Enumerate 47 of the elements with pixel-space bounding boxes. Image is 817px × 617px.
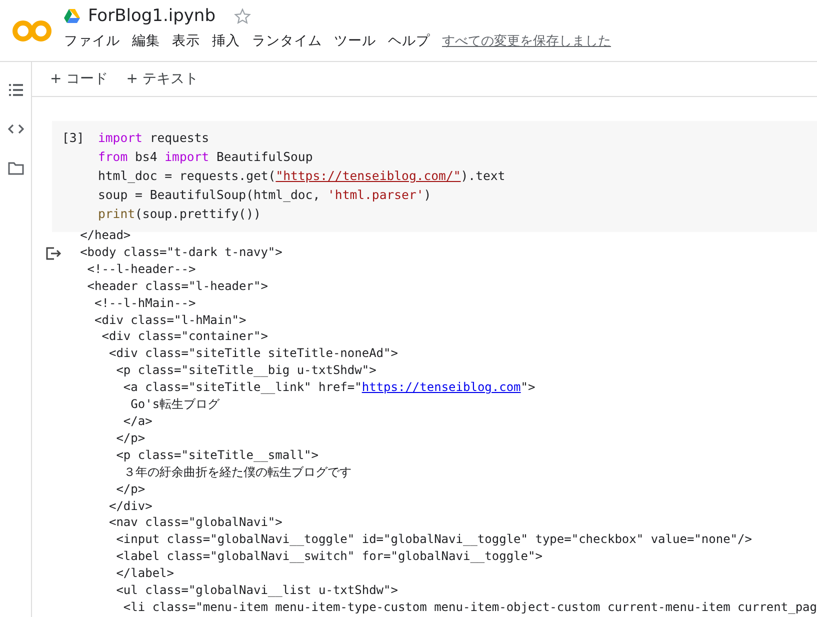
output-line: ３年の紆余曲折を経た僕の転生ブログです <box>122 464 352 481</box>
output-line: </p> <box>115 480 146 498</box>
output-line: </a> <box>122 412 154 430</box>
save-status-link[interactable]: すべての変更を保存しました <box>442 32 611 50</box>
output-line: Go's転生ブログ <box>130 396 221 413</box>
output-line: <nav class="globalNavi"> <box>108 514 284 532</box>
output-line: </div> <box>108 498 154 514</box>
output-icon[interactable] <box>46 247 62 260</box>
url-link[interactable]: https://tenseiblog.com <box>362 380 521 394</box>
output-line: <label class="globalNavi__switch" for="globalNavi__toggle"> <box>115 548 544 566</box>
output-line: <li class="menu-item menu-item-type-custom menu-item-object-custom current-menu-item current_pag <box>122 598 817 616</box>
code-icon[interactable] <box>8 124 24 134</box>
menu-item[interactable]: 表示 <box>172 32 200 50</box>
output-line: <div class="l-hMain"> <box>94 312 248 328</box>
notebook-title[interactable]: ForBlog1.ipynb <box>88 6 216 26</box>
menu-item[interactable]: ファイル <box>64 32 120 50</box>
output-line: <p class="siteTitle__small"> <box>115 446 320 464</box>
output-line: <body class="t-dark t-navy"> <box>80 244 284 261</box>
menu-item[interactable]: ヘルプ <box>388 32 430 50</box>
code-line: soup = BeautifulSoup(html_doc, 'html.parser') <box>98 187 432 204</box>
output-line: <header class="l-header"> <box>86 278 269 295</box>
star-icon[interactable] <box>234 8 250 24</box>
code-line: html_doc = requests.get("https://tenseiblog.com/").text <box>98 168 506 185</box>
folder-icon[interactable] <box>8 162 24 175</box>
add-cell-button[interactable]: + コード <box>50 68 108 90</box>
menu-item[interactable]: ツール <box>334 32 376 50</box>
add-cell-button[interactable]: + テキスト <box>126 68 198 90</box>
output-line: <!--l-hMain--> <box>94 294 197 312</box>
logo-icon <box>12 20 52 42</box>
menu-item[interactable]: ランタイム <box>252 32 322 50</box>
menu-item[interactable]: 挿入 <box>212 32 240 50</box>
output-line: <!--l-header--> <box>86 260 197 278</box>
output-line: </p> <box>115 430 146 447</box>
menu-item[interactable]: 編集 <box>132 32 160 50</box>
output-line: <input class="globalNavi__toggle" id="globalNavi__toggle" type="checkbox" value="none"/> <box>115 531 753 548</box>
code-line: from bs4 import BeautifulSoup <box>98 149 314 166</box>
output-line: </label> <box>115 565 175 582</box>
output-line: <div class="siteTitle siteTitle-noneAd"> <box>108 345 399 362</box>
execution-count: [3] <box>62 130 86 147</box>
list-icon[interactable] <box>8 84 22 96</box>
output-line: <div class="container"> <box>100 328 269 346</box>
drive-icon <box>64 9 80 23</box>
code-line: print(soup.prettify()) <box>98 206 262 223</box>
code-line: import requests <box>98 130 210 147</box>
output-line: <ul class="globalNavi__list u-txtShdw"> <box>115 582 399 599</box>
output-line: <p class="siteTitle__big u-txtShdw"> <box>115 362 378 380</box>
output-line: <a class="siteTitle__link" href="https://tenseiblog.com"> <box>122 379 536 396</box>
